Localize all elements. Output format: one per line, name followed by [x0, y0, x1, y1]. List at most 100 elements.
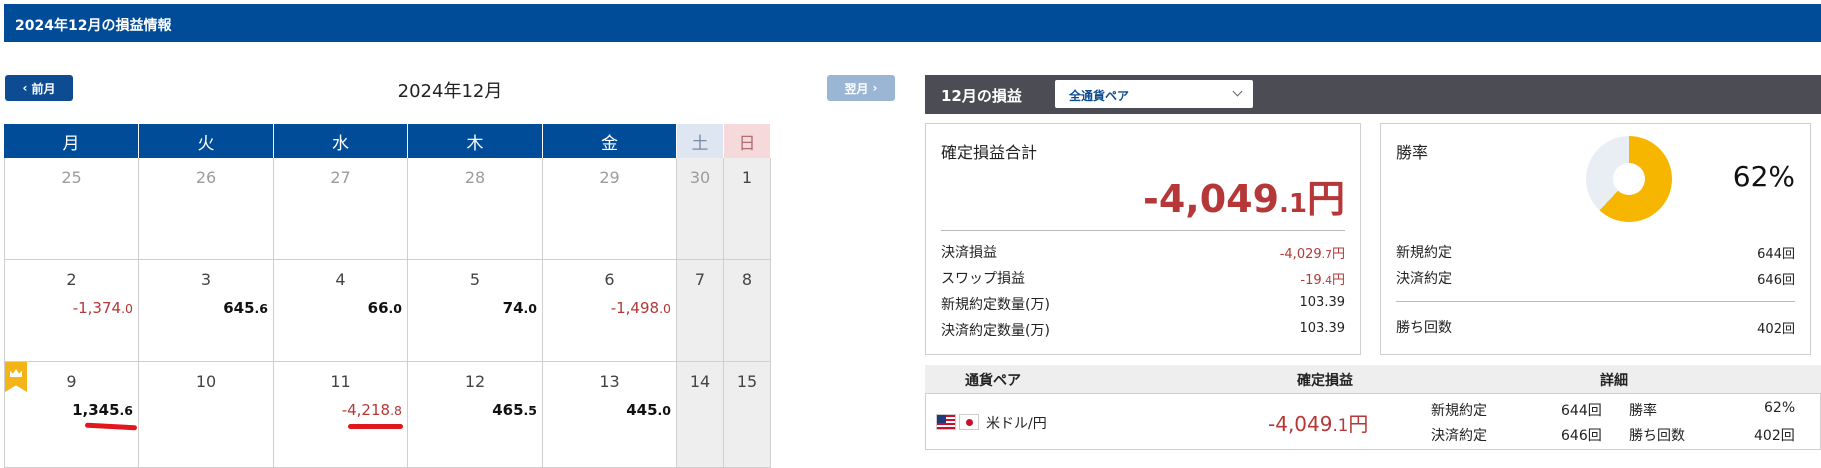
- weekday-thu: 木: [408, 124, 543, 158]
- day-pnl: 465.5: [492, 401, 537, 419]
- next-month-label: 翌月: [844, 81, 869, 96]
- total-pnl-title: 確定損益合計: [941, 143, 1038, 162]
- col-pnl: 確定損益: [1297, 373, 1353, 389]
- calendar-day-cell[interactable]: 25: [4, 158, 139, 260]
- day-number: 11: [330, 372, 351, 391]
- calendar-day-cell[interactable]: 6 -1,498.0: [543, 260, 677, 362]
- day-pnl: 645.6: [223, 299, 268, 317]
- day-number: 8: [741, 270, 753, 289]
- day-number: 27: [330, 168, 351, 187]
- calendar-day-cell[interactable]: 15: [724, 362, 771, 468]
- calendar-day-cell[interactable]: 28: [408, 158, 543, 260]
- win-rate-card: 勝率 62% 新規約定 644回 決済約定 646回 勝ち回数 402回: [1380, 123, 1811, 355]
- calendar-day-cell[interactable]: 9 1,345.6: [4, 362, 139, 468]
- win-count-label: 勝ち回数: [1629, 428, 1685, 444]
- weekday-wed: 水: [274, 124, 408, 158]
- calendar-day-cell[interactable]: 27: [274, 158, 408, 260]
- calendar-day-cell[interactable]: 14: [677, 362, 724, 468]
- calendar-day-cell[interactable]: 1: [724, 158, 771, 260]
- pair-name: 米ドル/円: [986, 416, 1047, 432]
- win-rate-donut: [1586, 136, 1672, 222]
- divider: [1396, 301, 1795, 302]
- calendar-day-cell[interactable]: 12 465.5: [408, 362, 543, 468]
- weekday-tue: 火: [139, 124, 274, 158]
- day-number: 29: [599, 168, 620, 187]
- calendar-day-cell[interactable]: 3 645.6: [139, 260, 274, 362]
- day-number: 10: [195, 372, 217, 391]
- summary-label: 12月の損益: [941, 87, 1022, 105]
- settle-trades-row: 決済約定 646回: [1396, 271, 1795, 288]
- new-trades-label: 新規約定: [1431, 403, 1487, 419]
- day-number: 28: [464, 168, 486, 187]
- day-pnl: 74.0: [502, 299, 537, 317]
- calendar-day-cell[interactable]: 7: [677, 260, 724, 362]
- day-number: 12: [464, 372, 486, 391]
- day-number: 15: [736, 372, 758, 391]
- red-scribble-mark: [84, 422, 138, 431]
- new-trades-row: 新規約定 644回: [1396, 245, 1795, 262]
- calendar-day-cell[interactable]: 29: [543, 158, 677, 260]
- calendar-day-cell[interactable]: 30: [677, 158, 724, 260]
- pnl-calendar: 月 火 水 木 金 土 日 25 26 27 28 29 30 1 2 -1,3…: [4, 124, 895, 468]
- settle-volume-row: 決済約定数量(万) 103.39: [941, 321, 1345, 339]
- weekday-mon: 月: [4, 124, 139, 158]
- day-pnl: -4,218.8: [341, 401, 402, 419]
- page-title: 2024年12月の損益情報: [15, 18, 172, 34]
- currency-pair-select[interactable]: 全通貨ペア: [1055, 80, 1253, 108]
- divider: [941, 230, 1345, 231]
- calendar-day-cell[interactable]: 4 66.0: [274, 260, 408, 362]
- weekday-fri: 金: [543, 124, 677, 158]
- win-rate-value: 62%: [1764, 400, 1796, 416]
- day-number: 6: [604, 270, 615, 289]
- col-pair: 通貨ペア: [965, 373, 1021, 389]
- col-detail: 詳細: [1600, 373, 1628, 389]
- settle-trades-label: 決済約定: [1431, 428, 1487, 444]
- day-number: 1: [741, 168, 753, 187]
- day-number: 26: [195, 168, 217, 187]
- currency-pair-select-value: 全通貨ペア: [1069, 89, 1130, 103]
- red-scribble-mark: [348, 424, 403, 429]
- day-pnl: 1,345.6: [72, 401, 133, 419]
- win-rate-label: 勝率: [1629, 403, 1657, 419]
- calendar-day-cell[interactable]: 13 445.0: [543, 362, 677, 468]
- day-pnl: 445.0: [626, 401, 671, 419]
- total-pnl-value: -4,049.1円: [1143, 177, 1345, 221]
- day-number: 2: [66, 270, 77, 289]
- calendar-day-cell[interactable]: 11 -4,218.8: [274, 362, 408, 468]
- settle-trades-value: 646回: [1561, 428, 1602, 444]
- calendar-day-cell[interactable]: 5 74.0: [408, 260, 543, 362]
- day-number: 9: [66, 372, 77, 391]
- pair-table-header: 通貨ペア 確定損益 詳細: [925, 365, 1821, 393]
- us-flag-icon: [936, 414, 956, 430]
- day-number: 7: [694, 270, 706, 289]
- day-number: 30: [689, 168, 711, 187]
- day-number: 13: [599, 372, 620, 391]
- win-count-row: 勝ち回数 402回: [1396, 320, 1795, 337]
- pair-table-row[interactable]: 米ドル/円 -4,049.1円 新規約定 644回 決済約定 646回 勝率 6…: [925, 393, 1821, 450]
- chevron-left-icon: ‹: [22, 81, 28, 95]
- day-number: 14: [689, 372, 711, 391]
- swap-pnl-row: スワップ損益 -19.4円: [941, 271, 1345, 288]
- settlement-pnl-row: 決済損益 -4,029.7円: [941, 245, 1345, 262]
- calendar-day-cell[interactable]: 2 -1,374.0: [4, 260, 139, 362]
- day-pnl: -1,374.0: [72, 299, 133, 317]
- total-pnl-card: 確定損益合計 -4,049.1円 決済損益 -4,029.7円 スワップ損益 -…: [925, 123, 1361, 355]
- calendar-day-cell[interactable]: 26: [139, 158, 274, 260]
- day-number: 25: [61, 168, 82, 187]
- pair-pnl: -4,049.1円: [1268, 412, 1369, 436]
- prev-month-label: 前月: [31, 81, 56, 96]
- chevron-down-icon: [1232, 86, 1243, 97]
- prev-month-button[interactable]: ‹ 前月: [5, 75, 73, 101]
- new-trades-value: 644回: [1561, 403, 1602, 419]
- japan-flag-icon: [959, 414, 979, 430]
- day-number: 4: [335, 270, 346, 289]
- day-number: 3: [200, 270, 212, 289]
- weekday-sun: 日: [724, 124, 771, 158]
- calendar-day-cell[interactable]: 10: [139, 362, 274, 468]
- win-rate-value: 62%: [1732, 160, 1795, 193]
- summary-bar: 12月の損益 全通貨ペア: [925, 75, 1821, 114]
- calendar-day-cell[interactable]: 8: [724, 260, 771, 362]
- day-pnl: 66.0: [367, 299, 402, 317]
- next-month-button[interactable]: 翌月 ›: [827, 75, 895, 101]
- calendar-month-title: 2024年12月: [397, 81, 503, 102]
